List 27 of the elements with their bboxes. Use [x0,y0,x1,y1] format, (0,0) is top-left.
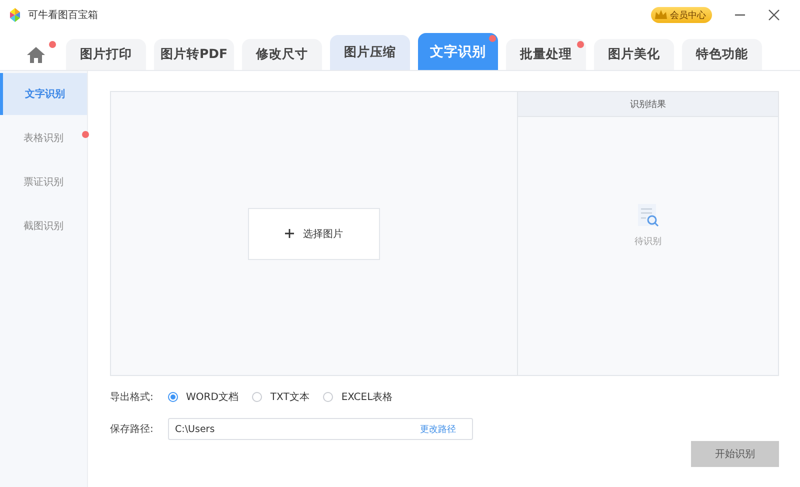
vip-button[interactable]: 会员中心 [651,7,712,23]
radio-button[interactable] [252,392,262,402]
result-header: 识别结果 [518,92,778,117]
tab[interactable]: 特色功能 [682,39,762,70]
tab[interactable]: 图片压缩 [330,35,410,70]
tab[interactable]: 批量处理 [506,39,586,70]
crown-icon [654,10,668,20]
option-label[interactable]: WORD文档 [186,390,238,404]
empty-state-text: 待识别 [634,236,662,248]
save-path-label: 保存路径: [110,423,154,436]
close-icon[interactable] [768,9,780,21]
window-title: 可牛看图百宝箱 [28,8,98,22]
tab[interactable]: 图片美化 [594,39,674,70]
tab[interactable]: 图片打印 [66,39,146,70]
tab[interactable]: 修改尺寸 [242,39,322,70]
path-field[interactable]: C:\Users 更改路径 [168,418,473,440]
option-label[interactable]: EXCEL表格 [341,390,393,404]
tab[interactable]: 图片转PDF [154,39,234,70]
logo-icon [8,8,22,22]
export-format-label: 导出格式: [110,390,154,404]
home-icon [27,46,45,62]
radio-button[interactable] [323,392,334,402]
plus-icon [285,229,294,238]
document-search-icon [635,203,661,229]
choose-image-button[interactable]: 选择图片 [248,208,380,260]
radio-button[interactable] [168,392,178,402]
option-label[interactable]: TXT文本 [270,390,310,404]
